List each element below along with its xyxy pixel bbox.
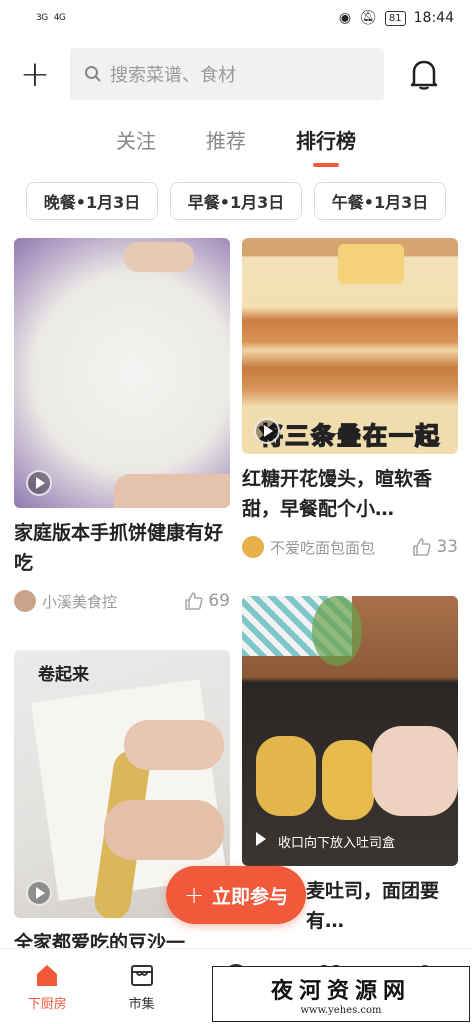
avatar [242,536,264,558]
join-button-label: 立即参与 [212,885,289,908]
search-icon [85,66,101,82]
signal-indicators: 3G 4G [36,13,66,23]
nav-label: 下厨房 [27,997,67,1012]
bell-icon[interactable] [384,44,464,104]
meal-chip-breakfast[interactable]: 早餐•1月3日 [170,182,302,220]
add-icon[interactable]: + [0,44,70,104]
like-button[interactable]: 33 [412,537,458,557]
status-time: 18:44 [413,10,454,26]
recipe-title: 家庭版本手抓饼健康有好吃 [14,522,224,574]
join-button[interactable]: + 立即参与 [166,866,306,924]
hand-image [104,800,224,860]
hand-image [124,720,224,770]
tab-ranking[interactable]: 排行榜 [296,121,356,167]
thumbs-up-icon [413,538,431,556]
video-caption: 收口向下放入吐司盒 [278,836,396,851]
home-icon [37,965,58,986]
feed-tabs: 关注 推荐 排行榜 [0,118,472,167]
battery-indicator: 81 [384,10,406,26]
status-bar: 3G 4G ◉ 🔕︎ 81 18:44 [0,0,472,36]
thumbs-up-icon [185,592,203,610]
like-count: 33 [436,537,458,557]
signal-4g: 4G [53,13,66,23]
hand-image [114,474,230,508]
play-icon [256,832,266,846]
watermark-text: 夜河资源网 [270,977,411,1004]
recipe-thumbnail [14,238,230,508]
tab-recommend[interactable]: 推荐 [206,121,246,161]
video-caption: 卷起来 [38,665,89,685]
recipe-thumbnail: 将三条叠在一起 [242,238,458,454]
signal-3g: 3G [36,13,48,23]
mute-icon: 🔕︎ [359,10,377,26]
search-input[interactable]: 搜索菜谱、食材 [70,48,384,100]
watermark-url: www.yehes.com [300,1004,382,1016]
hand-image [124,242,194,272]
author-name: 小溪美食控 [42,592,118,611]
plus-icon: + [183,881,205,909]
watermark: 夜河资源网 www.yehes.com [212,966,470,1022]
store-icon [130,965,153,986]
search-placeholder: 搜索菜谱、食材 [110,65,236,86]
recipe-card[interactable]: 家庭版本手抓饼健康有好吃 小溪美食控 69 [14,238,230,612]
nav-label: 市集 [128,997,155,1012]
herb-image [312,596,362,666]
recipe-title: 红糖开花馒头，暄软香甜，早餐配个小… [242,468,433,520]
recipe-thumbnail: 收口向下放入吐司盒 [242,596,458,866]
like-button[interactable]: 69 [184,591,230,611]
nav-item-kitchen[interactable]: 下厨房 [0,949,94,1024]
recipe-card[interactable]: 将三条叠在一起 红糖开花馒头，暄软香甜，早餐配个小… 不爱吃面包面包 33 [242,238,458,558]
hand-image [372,726,458,816]
dough-image [322,740,374,820]
play-icon [26,470,52,496]
tab-follow[interactable]: 关注 [116,121,156,161]
play-icon [26,880,52,906]
avatar [14,590,36,612]
like-count: 69 [208,591,230,611]
meal-filters: 晚餐•1月3日 早餐•1月3日 午餐•1月3日 [26,182,446,220]
meal-chip-dinner[interactable]: 晚餐•1月3日 [26,182,158,220]
nav-item-market[interactable]: 市集 [94,949,188,1024]
play-icon [254,418,280,444]
meal-chip-lunch[interactable]: 午餐•1月3日 [314,182,446,220]
author-name: 不爱吃面包面包 [270,538,376,557]
dough-image [256,736,316,816]
toy-image [338,244,404,284]
eye-icon: ◉ [338,10,352,26]
top-bar: + 搜索菜谱、食材 [0,44,472,104]
